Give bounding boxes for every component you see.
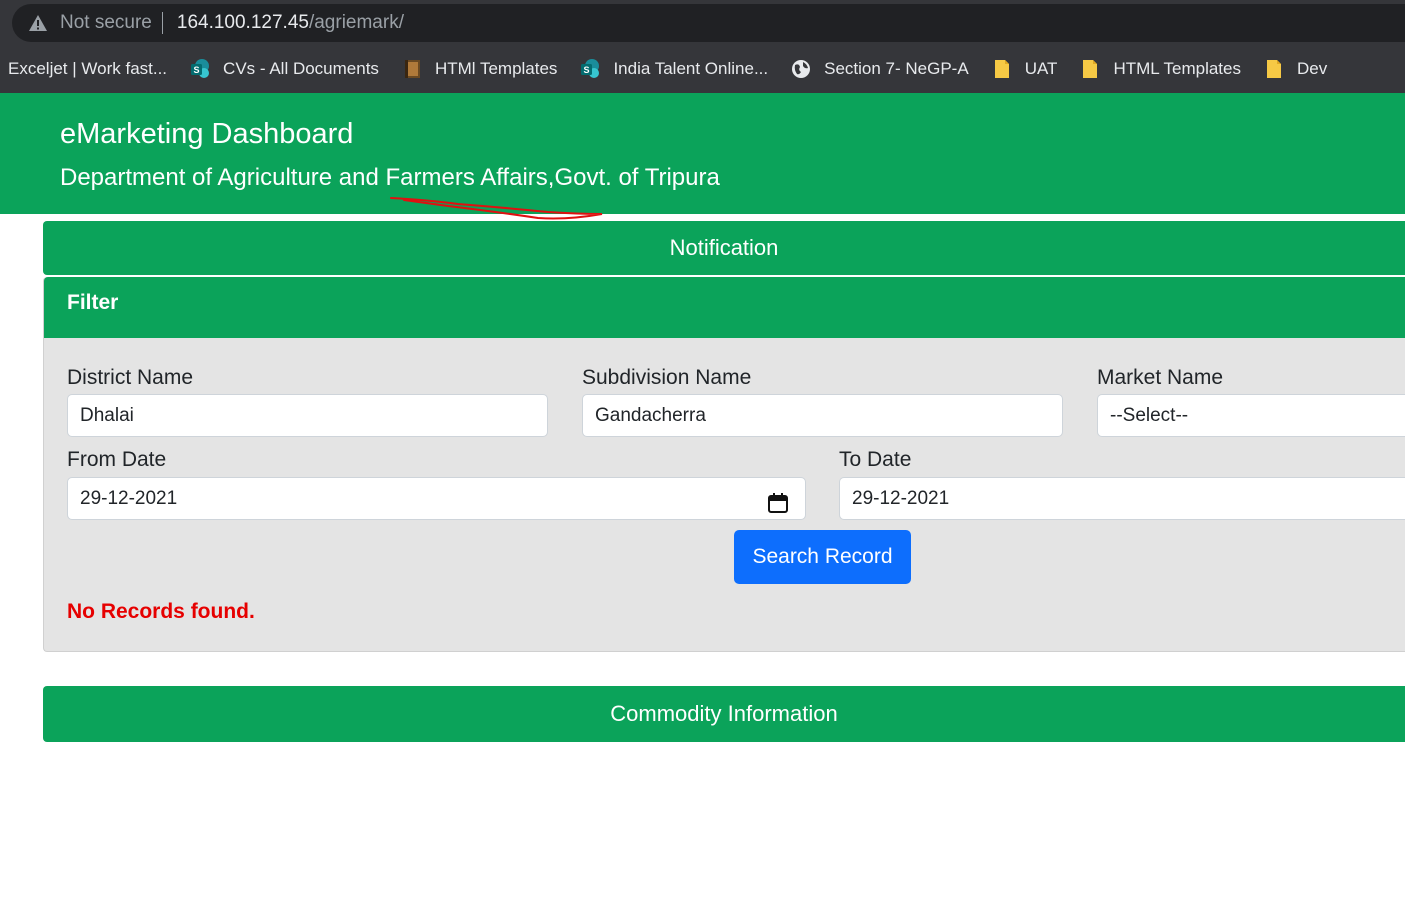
bookmark-india-talent[interactable]: S India Talent Online... <box>579 58 768 80</box>
district-select[interactable]: Dhalai <box>67 394 548 437</box>
book-icon <box>401 58 423 80</box>
url-box[interactable]: Not secure 164.100.127.45/agriemark/ <box>12 4 1405 42</box>
bookmark-label: Section 7- NeGP-A <box>824 58 969 78</box>
folder-icon <box>991 58 1013 80</box>
security-label[interactable]: Not secure <box>60 12 152 34</box>
url-separator <box>161 12 163 34</box>
district-label: District Name <box>67 366 194 389</box>
filter-title: Filter <box>67 291 119 314</box>
url-host[interactable]: 164.100.127.45 <box>177 12 309 34</box>
from-date-input[interactable]: 29-12-2021 <box>67 477 806 520</box>
globe-icon <box>790 58 812 80</box>
page-header: eMarketing Dashboard Department of Agric… <box>0 93 1405 214</box>
to-date-label: To Date <box>839 448 912 471</box>
folder-icon <box>1263 58 1285 80</box>
red-underline-annotation <box>390 197 603 220</box>
bookmark-html-templates-book[interactable]: HTMl Templates <box>401 58 558 80</box>
sharepoint-icon: S <box>579 58 601 80</box>
url-path[interactable]: /agriemark/ <box>309 12 404 34</box>
folder-icon <box>1079 58 1101 80</box>
bookmark-label: UAT <box>1024 58 1058 78</box>
bookmark-label: Dev <box>1296 58 1328 78</box>
search-record-button[interactable]: Search Record <box>734 530 911 584</box>
filter-card-header: Filter <box>44 277 1405 338</box>
bookmark-section-7[interactable]: Section 7- NeGP-A <box>790 58 969 80</box>
calendar-icon[interactable] <box>767 488 789 513</box>
svg-text:S: S <box>194 65 200 75</box>
bookmark-label: HTML Templates <box>1113 58 1241 78</box>
notification-bar[interactable]: Notification <box>43 221 1405 275</box>
market-select[interactable]: --Select-- <box>1097 394 1405 437</box>
page-title: eMarketing Dashboard <box>60 118 354 150</box>
bookmark-label: Exceljet | Work fast... <box>8 58 168 78</box>
to-date-input[interactable]: 29-12-2021 <box>839 477 1405 520</box>
warning-icon[interactable] <box>28 14 48 32</box>
subdivision-select[interactable]: Gandacherra <box>582 394 1063 437</box>
svg-text:S: S <box>584 65 590 75</box>
market-label: Market Name <box>1097 366 1224 389</box>
bookmarks-bar: Exceljet | Work fast... S CVs - All Docu… <box>0 44 1405 93</box>
browser-address-bar: Not secure 164.100.127.45/agriemark/ <box>0 0 1405 44</box>
bookmark-dev[interactable]: Dev <box>1263 58 1327 80</box>
department-subtitle: Department of Agriculture and Farmers Af… <box>60 164 720 191</box>
no-records-message: No Records found. <box>67 600 255 623</box>
bookmark-exceljet[interactable]: Exceljet | Work fast... <box>8 59 167 79</box>
subdivision-label: Subdivision Name <box>582 366 752 389</box>
sharepoint-icon: S <box>189 58 211 80</box>
from-date-value: 29-12-2021 <box>80 488 178 509</box>
bookmark-cvs-all-documents[interactable]: S CVs - All Documents <box>189 58 379 80</box>
commodity-information-bar[interactable]: Commodity Information <box>43 686 1405 742</box>
bookmark-label: India Talent Online... <box>613 58 769 78</box>
bookmark-uat[interactable]: UAT <box>991 58 1058 80</box>
bookmark-html-templates[interactable]: HTML Templates <box>1079 58 1241 80</box>
from-date-label: From Date <box>67 448 167 471</box>
bookmark-label: HTMl Templates <box>434 58 558 78</box>
filter-card: Filter District Name Dhalai Subdivision … <box>43 277 1405 652</box>
bookmark-label: CVs - All Documents <box>223 58 379 78</box>
